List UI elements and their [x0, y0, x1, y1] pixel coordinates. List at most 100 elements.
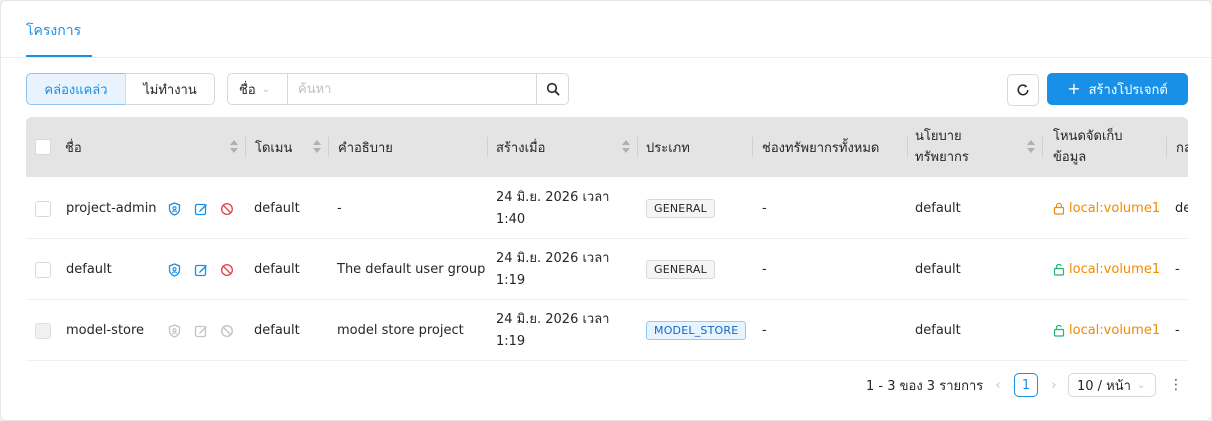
- edit-icon[interactable]: [192, 261, 209, 278]
- shield-icon[interactable]: [166, 200, 183, 217]
- tab-projects[interactable]: โครงการ: [26, 20, 81, 42]
- column-label-total-resource-slots: ช่องทรัพยากรทั้งหมด: [762, 140, 880, 156]
- search-field-label: ชื่อ: [239, 82, 256, 98]
- search-filter: ชื่อ ⌄: [227, 73, 569, 105]
- column-header-resource-policy[interactable]: นโยบายทรัพยากร: [908, 117, 1043, 177]
- project-description: -: [337, 201, 342, 216]
- sort-icon[interactable]: [230, 139, 238, 155]
- page-size-select[interactable]: 10 / หน้า ⌄: [1068, 373, 1156, 397]
- select-all-cell: [35, 117, 65, 177]
- search-input[interactable]: [288, 74, 536, 104]
- more-options-icon[interactable]: ⋮: [1169, 373, 1183, 397]
- type-tag: GENERAL: [646, 260, 715, 279]
- project-storage-host[interactable]: local:volume1: [1053, 239, 1160, 300]
- select-all-checkbox[interactable]: [35, 139, 51, 155]
- unlock-icon: [1053, 324, 1065, 337]
- row-select-cell: [35, 178, 51, 239]
- column-header-created-at[interactable]: สร้างเมื่อ: [488, 117, 638, 177]
- project-storage-host[interactable]: local:volume1: [1053, 300, 1160, 361]
- page-size-label: 10 / หน้า: [1077, 378, 1131, 394]
- projects-table: ชื่อ โดเมน คำอธิบาย สร้างเมื่อ ประเภท ช่…: [26, 117, 1188, 361]
- ban-icon: [218, 322, 235, 339]
- column-header-storage-host[interactable]: โหนดจัดเก็บข้อมูล: [1043, 117, 1167, 177]
- sort-icon[interactable]: [313, 139, 321, 155]
- column-label-created-at: สร้างเมื่อ: [496, 140, 546, 156]
- column-header-total-resource-slots[interactable]: ช่องทรัพยากรทั้งหมด: [753, 117, 908, 177]
- column-header-description[interactable]: คำอธิบาย: [329, 117, 488, 177]
- column-label-resource-policy: นโยบายทรัพยากร: [915, 129, 969, 165]
- chevron-right-icon: ›: [1051, 377, 1057, 393]
- storage-host-label: local:volume1: [1069, 201, 1161, 216]
- pagination-total: 1 - 3 ของ 3 รายการ: [866, 378, 984, 394]
- sort-icon[interactable]: [1027, 139, 1035, 155]
- project-extra: de: [1175, 201, 1188, 216]
- row-select-cell: [35, 239, 51, 300]
- project-extra: -: [1175, 323, 1180, 338]
- project-resource-policy: default: [915, 201, 961, 216]
- next-page-button[interactable]: ›: [1047, 373, 1061, 397]
- page-1-button[interactable]: 1: [1014, 373, 1038, 397]
- search-button[interactable]: [536, 74, 568, 104]
- project-type: GENERAL: [646, 239, 715, 300]
- project-description: model store project: [337, 323, 464, 338]
- project-description: The default user group: [337, 262, 486, 277]
- tab-active-indicator: [26, 55, 92, 57]
- table-row[interactable]: project-admin default - 24 มิ.ย. 2026 เว…: [26, 178, 1188, 239]
- project-storage-host[interactable]: local:volume1: [1053, 178, 1160, 239]
- project-name: project-admin: [66, 201, 157, 216]
- type-tag: MODEL_STORE: [646, 321, 747, 340]
- shield-icon[interactable]: [166, 261, 183, 278]
- project-resource-slots: -: [762, 323, 767, 338]
- column-header-type[interactable]: ประเภท: [638, 117, 753, 177]
- refresh-icon: [1017, 84, 1029, 96]
- active-filter-button[interactable]: คล่องแคล่ว: [26, 73, 126, 105]
- project-name: model-store: [66, 323, 145, 338]
- column-header-domain[interactable]: โดเมน: [246, 117, 329, 177]
- type-tag: GENERAL: [646, 199, 715, 218]
- inactive-filter-button[interactable]: ไม่ทำงาน: [125, 73, 215, 105]
- edit-icon[interactable]: [192, 200, 209, 217]
- row-checkbox[interactable]: [35, 261, 51, 278]
- storage-host-label: local:volume1: [1069, 323, 1161, 338]
- project-resource-policy: default: [915, 262, 961, 277]
- tab-bar: โครงการ: [1, 1, 1211, 58]
- column-label-storage-host: โหนดจัดเก็บข้อมูล: [1053, 129, 1123, 165]
- sort-icon[interactable]: [622, 139, 630, 155]
- column-label-domain: โดเมน: [255, 140, 293, 156]
- create-project-button[interactable]: + สร้างโปรเจกต์: [1047, 73, 1188, 105]
- column-header-name[interactable]: ชื่อ: [65, 117, 246, 177]
- chevron-down-icon: ⌄: [1136, 379, 1146, 391]
- table-row[interactable]: model-store default model store project …: [26, 300, 1188, 361]
- project-created-at: 24 มิ.ย. 2026 เวลา 1:19: [496, 311, 610, 349]
- edit-icon: [192, 322, 209, 339]
- row-checkbox: [35, 322, 51, 339]
- create-project-label: สร้างโปรเจกต์: [1088, 82, 1168, 98]
- project-type: MODEL_STORE: [646, 300, 747, 361]
- row-actions: [166, 300, 235, 361]
- table-row[interactable]: default default The default user group 2…: [26, 239, 1188, 300]
- column-header-extra[interactable]: กล: [1167, 117, 1188, 177]
- ban-icon[interactable]: [218, 200, 235, 217]
- projects-card: โครงการ คล่องแคล่ว ไม่ทำงาน ชื่อ ⌄ + สร้…: [0, 0, 1212, 421]
- search-field-select[interactable]: ชื่อ ⌄: [228, 74, 288, 104]
- chevron-left-icon: ‹: [995, 377, 1001, 393]
- project-domain: default: [254, 262, 300, 277]
- project-resource-policy: default: [915, 323, 961, 338]
- row-checkbox[interactable]: [35, 200, 51, 217]
- storage-host-label: local:volume1: [1069, 262, 1161, 277]
- project-created-at: 24 มิ.ย. 2026 เวลา 1:19: [496, 250, 610, 288]
- project-resource-slots: -: [762, 201, 767, 216]
- ban-icon[interactable]: [218, 261, 235, 278]
- column-label-type: ประเภท: [646, 140, 690, 156]
- project-type: GENERAL: [646, 178, 715, 239]
- project-created-at: 24 มิ.ย. 2026 เวลา 1:40: [496, 189, 610, 227]
- project-extra: -: [1175, 262, 1180, 277]
- column-label-description: คำอธิบาย: [338, 140, 393, 156]
- chevron-down-icon: ⌄: [261, 83, 271, 95]
- row-actions: [166, 239, 235, 300]
- refresh-button[interactable]: [1007, 74, 1039, 106]
- table-header: ชื่อ โดเมน คำอธิบาย สร้างเมื่อ ประเภท ช่…: [26, 117, 1188, 177]
- row-actions: [166, 178, 235, 239]
- prev-page-button[interactable]: ‹: [991, 373, 1005, 397]
- column-label-extra: กล: [1176, 140, 1188, 156]
